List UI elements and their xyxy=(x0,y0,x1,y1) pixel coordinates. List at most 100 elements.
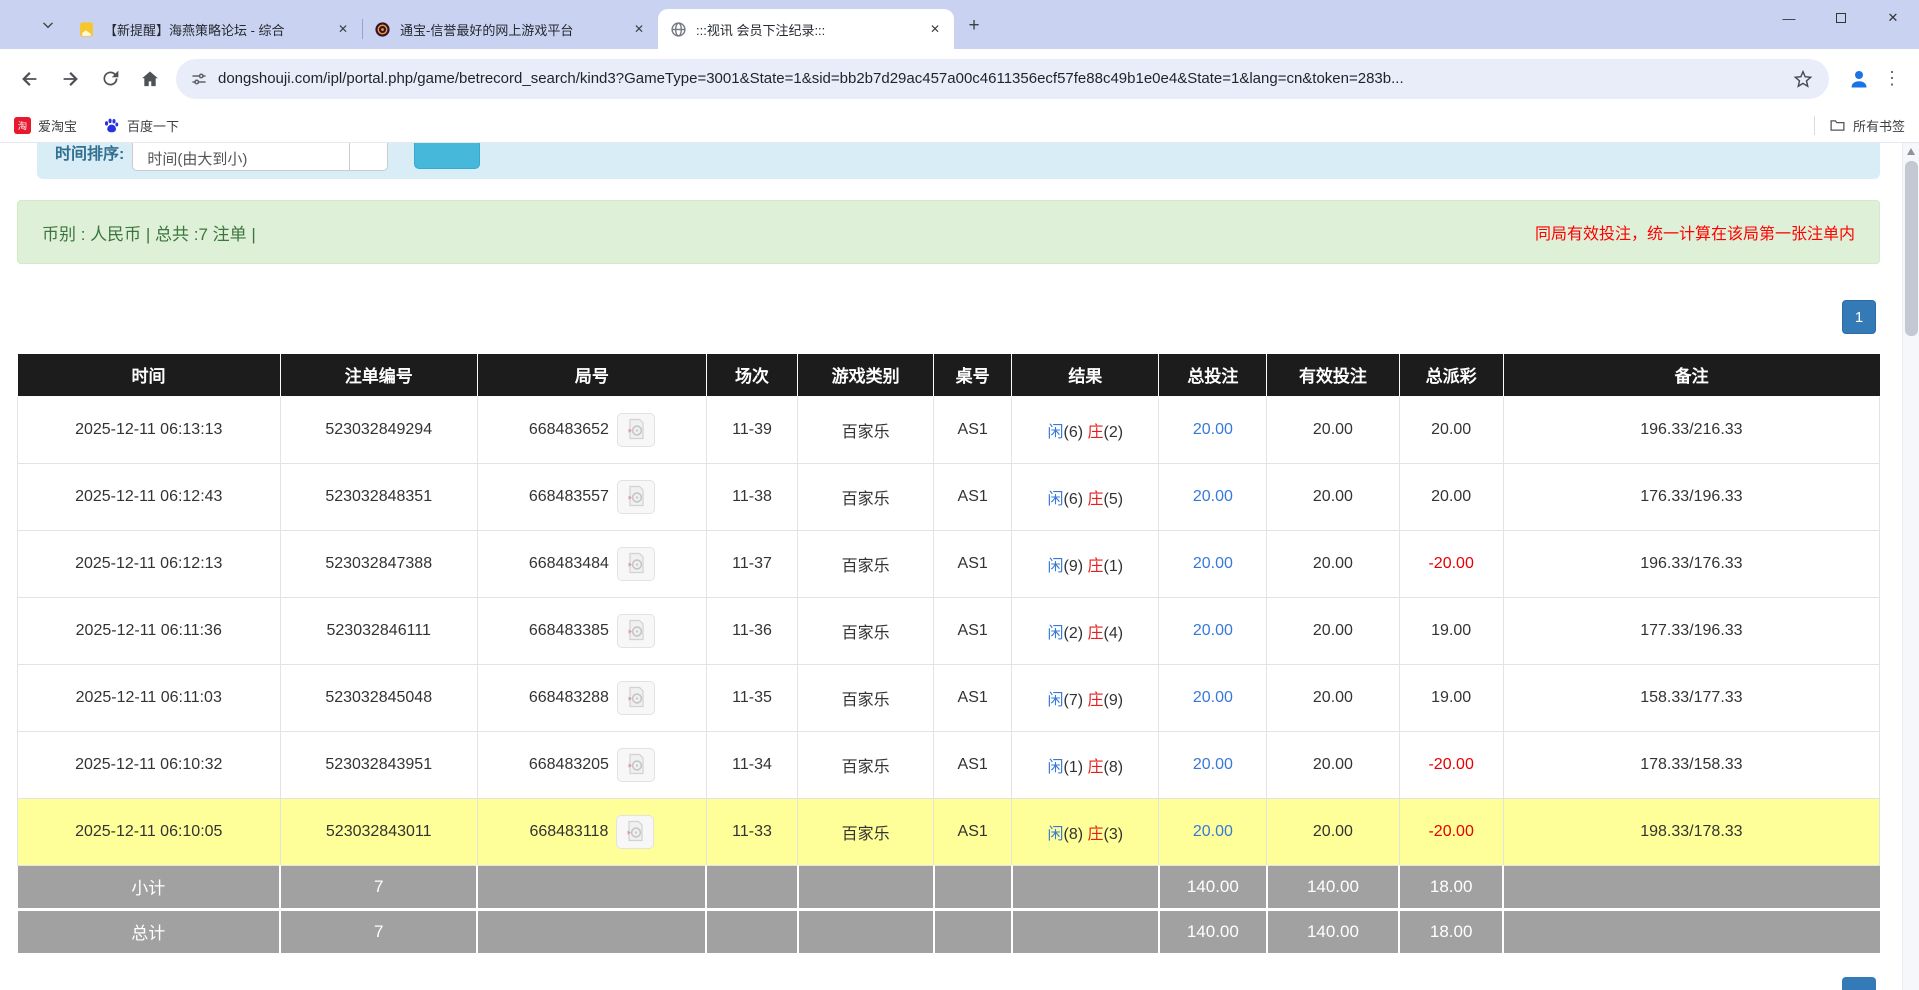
bookmark-star-icon[interactable] xyxy=(1789,65,1817,93)
player-score: (9) xyxy=(1064,558,1084,575)
cell-remark: 198.33/178.33 xyxy=(1503,798,1879,865)
banker-score: (8) xyxy=(1104,759,1124,776)
forward-button[interactable] xyxy=(53,62,87,96)
cell-table-no: AS1 xyxy=(934,597,1012,664)
site-info-tune-icon[interactable] xyxy=(190,70,208,88)
cell-table-no: AS1 xyxy=(934,530,1012,597)
round-id: 668483118 xyxy=(529,823,608,840)
cell-total-bet[interactable]: 20.00 xyxy=(1159,798,1267,865)
round-id: 668483288 xyxy=(529,689,609,706)
bookmark-taobao[interactable]: 淘 爱淘宝 xyxy=(14,116,77,135)
browser-menu-dots-icon[interactable]: ⋮ xyxy=(1879,64,1905,94)
reload-button[interactable] xyxy=(93,62,127,96)
cell-round: 668483205 xyxy=(477,731,706,798)
tab-bet-records-active[interactable]: :::视讯 会员下注纪录::: ✕ xyxy=(658,9,954,49)
tab-close-icon[interactable]: ✕ xyxy=(334,20,352,38)
col-result: 结果 xyxy=(1012,354,1159,396)
cell-session: 11-34 xyxy=(706,731,797,798)
cell-round: 668483557 xyxy=(477,463,706,530)
scrollbar-thumb[interactable] xyxy=(1905,161,1918,336)
forum-yellow-favicon xyxy=(78,21,95,38)
tab-forum[interactable]: 【新提醒】海燕策略论坛 - 综合 ✕ xyxy=(66,9,362,49)
player-score: (7) xyxy=(1064,692,1084,709)
all-bookmarks-button[interactable]: 所有书签 xyxy=(1814,116,1905,135)
back-button[interactable] xyxy=(13,62,47,96)
video-replay-button[interactable] xyxy=(617,480,655,514)
url-text[interactable]: dongshouji.com/ipl/portal.php/game/betre… xyxy=(218,70,1789,87)
minimize-button[interactable]: — xyxy=(1763,0,1815,36)
cell-payout: -20.00 xyxy=(1399,731,1503,798)
bookmark-baidu[interactable]: 百度一下 xyxy=(103,116,179,135)
sort-select-addon[interactable] xyxy=(350,143,388,171)
all-bookmarks-label: 所有书签 xyxy=(1853,116,1905,135)
page-1-button[interactable]: 1 xyxy=(1842,300,1876,334)
cell-total-bet[interactable]: 20.00 xyxy=(1159,597,1267,664)
round-id: 668483652 xyxy=(529,421,609,438)
video-replay-button[interactable] xyxy=(617,614,655,648)
tab-search-chevron-icon[interactable] xyxy=(34,11,62,39)
total-valid-bet: 140.00 xyxy=(1267,909,1399,953)
tab-close-icon[interactable]: ✕ xyxy=(926,20,944,38)
home-button[interactable] xyxy=(133,62,167,96)
cell-remark: 176.33/196.33 xyxy=(1503,463,1879,530)
total-row: 总计 7 140.00 140.00 18.00 xyxy=(18,909,1880,953)
new-tab-button[interactable]: + xyxy=(960,12,988,40)
banker-result: 庄 xyxy=(1088,826,1104,843)
cell-remark: 177.33/196.33 xyxy=(1503,597,1879,664)
profile-avatar-icon[interactable] xyxy=(1843,63,1875,95)
cell-total-bet[interactable]: 20.00 xyxy=(1159,463,1267,530)
cell-bet-id: 523032845048 xyxy=(280,664,477,731)
total-count: 7 xyxy=(280,909,477,953)
table-header: 时间 注单编号 局号 场次 游戏类别 桌号 结果 总投注 有效投注 总派彩 备注 xyxy=(18,354,1880,396)
player-result: 闲 xyxy=(1048,558,1064,575)
sort-select[interactable]: 时间(由大到小) xyxy=(132,143,350,171)
tab-close-icon[interactable]: ✕ xyxy=(630,20,648,38)
cell-game: 百家乐 xyxy=(798,798,934,865)
cell-total-bet[interactable]: 20.00 xyxy=(1159,530,1267,597)
video-replay-button[interactable] xyxy=(617,547,655,581)
cell-total-bet[interactable]: 20.00 xyxy=(1159,664,1267,731)
cell-time: 2025-12-11 06:12:43 xyxy=(18,463,281,530)
player-result: 闲 xyxy=(1048,625,1064,642)
subtotal-label: 小计 xyxy=(18,865,281,909)
cell-bet-id: 523032843011 xyxy=(280,798,477,865)
maximize-icon xyxy=(1836,13,1846,23)
video-replay-button[interactable] xyxy=(617,681,655,715)
player-score: (8) xyxy=(1064,826,1084,843)
cell-total-bet[interactable]: 20.00 xyxy=(1159,731,1267,798)
search-button[interactable] xyxy=(414,143,480,169)
cell-total-bet[interactable]: 20.00 xyxy=(1159,396,1267,463)
cell-payout: 20.00 xyxy=(1399,463,1503,530)
col-round: 局号 xyxy=(477,354,706,396)
banker-result: 庄 xyxy=(1088,625,1104,642)
round-id: 668483484 xyxy=(529,555,609,572)
cell-table-no: AS1 xyxy=(934,798,1012,865)
tab-tongbao[interactable]: 通宝-信誉最好的网上游戏平台 ✕ xyxy=(362,9,658,49)
banker-result: 庄 xyxy=(1088,558,1104,575)
video-replay-button[interactable] xyxy=(617,413,655,447)
table-row: 2025-12-11 06:10:05523032843011668483118… xyxy=(18,798,1880,865)
page-1-button-bottom-partial[interactable] xyxy=(1842,977,1876,990)
col-time: 时间 xyxy=(18,354,281,396)
cell-result: 闲(6) 庄(2) xyxy=(1012,396,1159,463)
close-button[interactable]: ✕ xyxy=(1867,0,1919,36)
video-replay-button[interactable] xyxy=(616,815,654,849)
browser-toolbar: dongshouji.com/ipl/portal.php/game/betre… xyxy=(0,49,1919,108)
col-valid-bet: 有效投注 xyxy=(1267,354,1399,396)
filter-panel: 时间排序: 时间(由大到小) xyxy=(37,143,1880,179)
cell-bet-id: 523032847388 xyxy=(280,530,477,597)
scrollbar-up-arrow-icon[interactable] xyxy=(1907,148,1915,155)
video-replay-button[interactable] xyxy=(617,748,655,782)
banker-result: 庄 xyxy=(1088,491,1104,508)
cell-time: 2025-12-11 06:11:03 xyxy=(18,664,281,731)
cell-valid-bet: 20.00 xyxy=(1267,731,1399,798)
cell-time: 2025-12-11 06:13:13 xyxy=(18,396,281,463)
banker-result: 庄 xyxy=(1088,424,1104,441)
vertical-scrollbar[interactable] xyxy=(1902,143,1919,990)
total-total-bet: 140.00 xyxy=(1159,909,1267,953)
address-bar[interactable]: dongshouji.com/ipl/portal.php/game/betre… xyxy=(176,59,1829,99)
cell-game: 百家乐 xyxy=(798,664,934,731)
note-text: 同局有效投注，统一计算在该局第一张注单内 xyxy=(1535,220,1855,244)
maximize-button[interactable] xyxy=(1815,0,1867,36)
table-row: 2025-12-11 06:10:32523032843951668483205… xyxy=(18,731,1880,798)
